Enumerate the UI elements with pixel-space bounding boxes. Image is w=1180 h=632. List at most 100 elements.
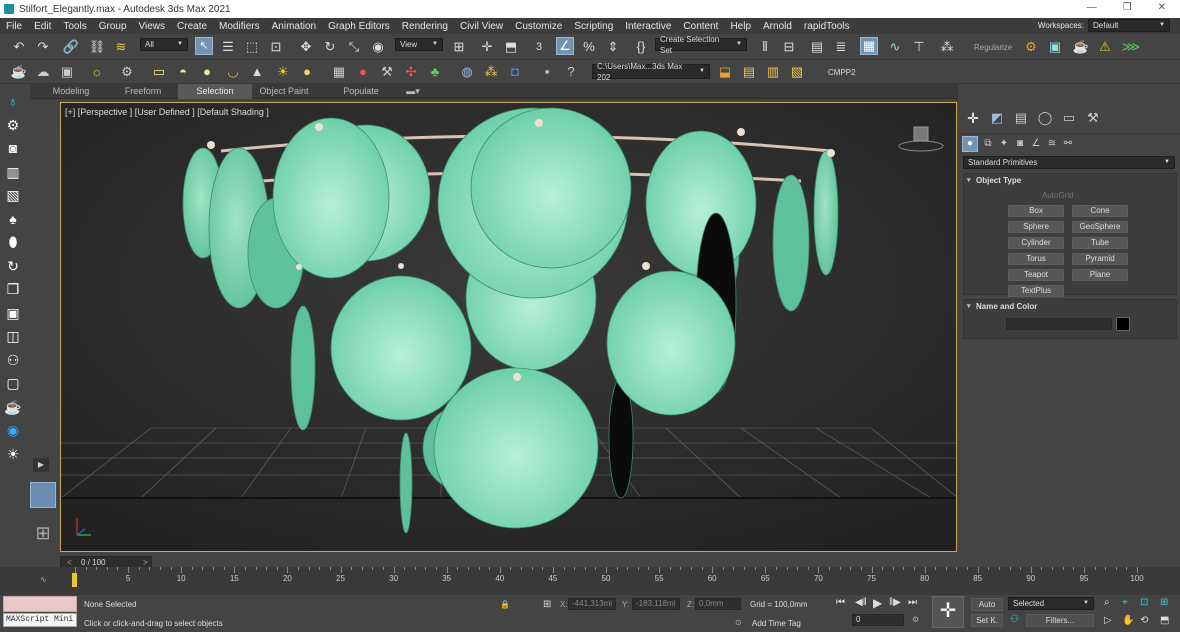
dome-light-icon[interactable]: ◓	[174, 63, 192, 81]
plane-light-icon[interactable]: ▭	[150, 63, 168, 81]
plant-icon[interactable]: ♣	[426, 63, 444, 81]
sphere-light-icon[interactable]: ●	[198, 63, 216, 81]
x-coordinate[interactable]: -441,313mi	[568, 598, 616, 610]
regularize-label[interactable]: Regularize	[974, 43, 1012, 52]
time-slider-thumb[interactable]	[72, 573, 77, 587]
zoom-all-icon[interactable]: ⌖	[1122, 597, 1128, 608]
bind-spacewarp-icon[interactable]: ≋	[112, 38, 130, 56]
project-path-dropdown[interactable]: C:\Users\Max...3ds Max 202 ▼	[592, 62, 710, 82]
maxscript-mini-label[interactable]: MAXScript Mini	[3, 613, 77, 627]
sun-icon[interactable]: ☀	[274, 63, 292, 81]
menu-scripting[interactable]: Scripting	[568, 21, 619, 32]
layer-explorer-icon[interactable]: ≣	[832, 38, 850, 56]
scale-icon[interactable]: ⤡	[345, 38, 363, 56]
maxscript-listener-input[interactable]	[3, 596, 77, 612]
field-of-view-icon[interactable]: ▷	[1104, 615, 1112, 626]
cone-button[interactable]: Cone	[1072, 205, 1128, 217]
y-coordinate[interactable]: -183,118mi	[632, 598, 680, 610]
settings-icon[interactable]: ⚙	[118, 63, 136, 81]
lock-icon[interactable]: 🔒	[500, 600, 510, 609]
folder-save-icon[interactable]: ▧	[788, 63, 806, 81]
teapot-icon[interactable]: ☕	[10, 63, 28, 81]
time-tag-icon[interactable]: ⊙	[735, 618, 742, 627]
workspaces-dropdown[interactable]: Default ▼	[1088, 19, 1170, 32]
menu-animation[interactable]: Animation	[266, 21, 322, 32]
curve-editor-mini-icon[interactable]: ∿	[40, 575, 47, 584]
select-object-icon[interactable]: ↖	[195, 37, 213, 55]
layout-icon[interactable]: ▣	[4, 304, 22, 322]
save-icon[interactable]: ▪	[538, 63, 556, 81]
menu-content[interactable]: Content	[677, 21, 724, 32]
motion-tab-icon[interactable]: ◯	[1036, 109, 1054, 127]
place-icon[interactable]: ◉	[369, 38, 387, 56]
spinner-snap-icon[interactable]: ⇕	[604, 38, 622, 56]
viewport-layout-single-icon[interactable]	[30, 482, 56, 508]
tab-object-paint[interactable]: Object Paint	[254, 84, 314, 99]
add-time-tag[interactable]: Add Time Tag	[752, 619, 801, 628]
textplus-button[interactable]: TextPlus	[1008, 285, 1064, 297]
menu-create[interactable]: Create	[171, 21, 213, 32]
go-to-end-icon[interactable]: ⏭	[908, 597, 917, 608]
menu-modifiers[interactable]: Modifiers	[213, 21, 266, 32]
pivot-center-icon[interactable]: ⊞	[450, 38, 468, 56]
utilities-tab-icon[interactable]: ⚒	[1084, 109, 1102, 127]
rendered-frame-icon[interactable]: ▣	[1046, 38, 1064, 56]
pyramid-button[interactable]: Pyramid	[1072, 253, 1128, 265]
tab-selection[interactable]: Selection	[178, 84, 252, 99]
rect-selection-icon[interactable]: ⬚	[243, 38, 261, 56]
scene-explorer-icon[interactable]: ▤	[808, 38, 826, 56]
material-sphere-icon[interactable]: ◍	[458, 63, 476, 81]
modify-tab-icon[interactable]: ◩	[988, 109, 1006, 127]
cloud-icon[interactable]: ☁	[34, 63, 52, 81]
lights-icon[interactable]: ✦	[996, 136, 1012, 152]
camera-icon[interactable]: ◙	[4, 139, 22, 157]
go-to-start-icon[interactable]: ⏮	[836, 597, 845, 608]
link-icon[interactable]: 🔗	[62, 38, 80, 56]
spacewarps-icon[interactable]: ≋	[1044, 136, 1060, 152]
zoom-extents-icon[interactable]: ⊡	[1140, 597, 1148, 608]
key-filters-button[interactable]: Filters...	[1026, 614, 1094, 627]
ribbon-toggle-icon[interactable]: ▦	[860, 37, 878, 55]
menu-interactive[interactable]: Interactive	[619, 21, 677, 32]
systems-icon[interactable]: ⚯	[1060, 136, 1076, 152]
gear-icon[interactable]: ⚙	[4, 116, 22, 134]
bottle-icon[interactable]: ⬮	[4, 233, 22, 251]
cameras-icon[interactable]: ◙	[1012, 136, 1028, 152]
undo-icon[interactable]: ↶	[10, 38, 28, 56]
snaps-toggle-icon[interactable]: 3	[530, 38, 548, 56]
hierarchy-tab-icon[interactable]: ▤	[1012, 109, 1030, 127]
warning-icon[interactable]: ⚠	[1096, 38, 1114, 56]
selection-filter-dropdown[interactable]: All ▼	[140, 38, 188, 51]
palette-icon[interactable]: ⁂	[482, 63, 500, 81]
select-manipulate-icon[interactable]: ✛	[478, 38, 496, 56]
menu-views[interactable]: Views	[133, 21, 172, 32]
perspective-viewport[interactable]: [+] [Perspective ] [User Defined ] [Defa…	[60, 102, 957, 552]
z-coordinate[interactable]: 0,0mm	[695, 598, 741, 610]
viewcube-icon[interactable]	[898, 123, 944, 153]
close-button[interactable]: ✕	[1158, 2, 1166, 13]
object-color-swatch[interactable]	[1116, 317, 1130, 331]
mesh-icon[interactable]: ⚒	[378, 63, 396, 81]
schematic-view-icon[interactable]: ⊤	[910, 38, 928, 56]
redo-icon[interactable]: ↷	[34, 38, 52, 56]
scatter-icon[interactable]: ✣	[402, 63, 420, 81]
display-tab-icon[interactable]: ▭	[1060, 109, 1078, 127]
menu-customize[interactable]: Customize	[509, 21, 568, 32]
ribbon-options-icon[interactable]: ▬▾	[402, 84, 424, 99]
help-icon[interactable]: ?	[562, 63, 580, 81]
angle-snap-icon[interactable]: ∠	[556, 37, 574, 55]
keyboard-shortcut-icon[interactable]: ⬒	[502, 38, 520, 56]
rotate-icon[interactable]: ↻	[321, 38, 339, 56]
align-icon[interactable]: ⊟	[780, 38, 798, 56]
box-button[interactable]: Box	[1008, 205, 1064, 217]
light-icon[interactable]: ☼	[88, 63, 106, 81]
cycle-icon[interactable]: ↻	[4, 257, 22, 275]
time-slider-prev-icon[interactable]: <	[67, 558, 72, 567]
menu-rendering[interactable]: Rendering	[396, 21, 454, 32]
key-filter-icon[interactable]: ⚇	[1010, 614, 1019, 625]
viewport-label[interactable]: [+] [Perspective ] [User Defined ] [Defa…	[65, 107, 269, 117]
tab-populate[interactable]: Populate	[336, 84, 386, 99]
create-tab-icon[interactable]: ✛	[964, 109, 982, 127]
teapot-button[interactable]: Teapot	[1008, 269, 1064, 281]
tab-freeform[interactable]: Freeform	[110, 84, 176, 99]
